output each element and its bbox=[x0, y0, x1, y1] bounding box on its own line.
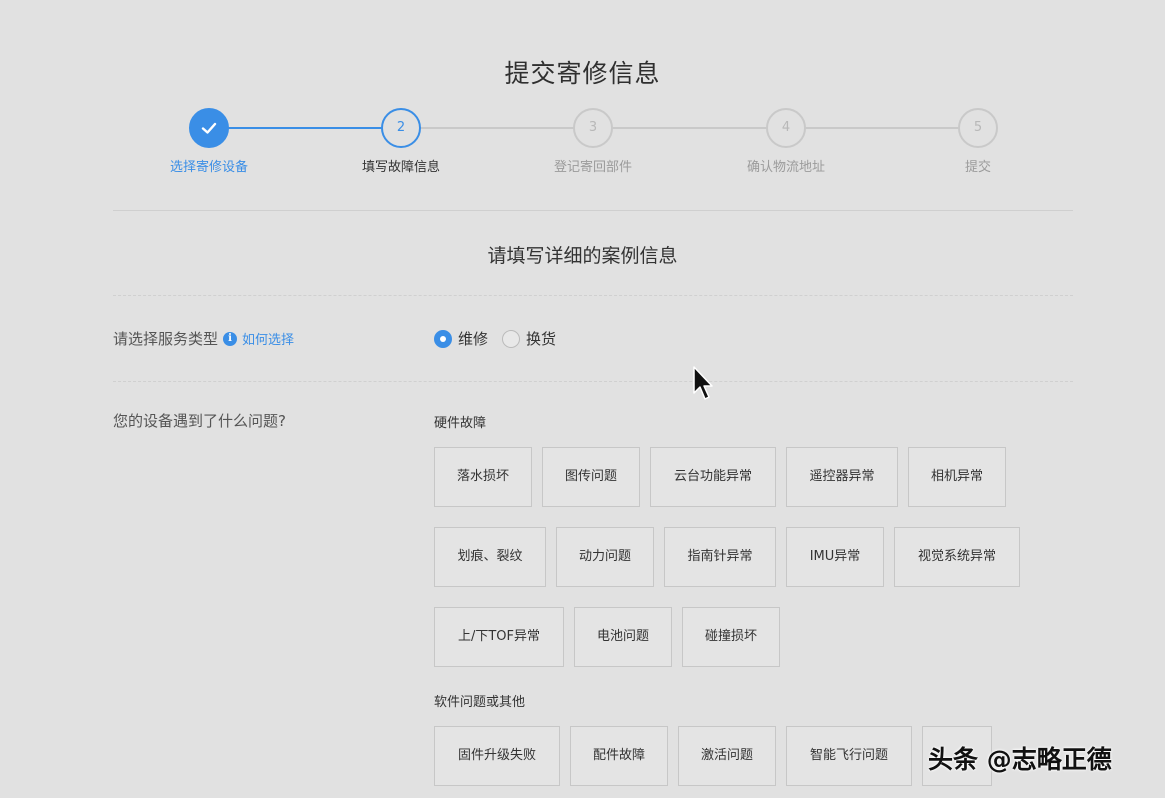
step-5: 5 提交 bbox=[908, 108, 1048, 175]
chip-activation[interactable]: 激活问题 bbox=[678, 726, 776, 786]
chip-accessory[interactable]: 配件故障 bbox=[570, 726, 668, 786]
progress-stepper: 选择寄修设备 2 填写故障信息 3 登记寄回部件 4 确认物流地址 5 提交 bbox=[0, 108, 1165, 178]
chip-imu[interactable]: IMU异常 bbox=[786, 527, 884, 587]
row-divider bbox=[113, 381, 1073, 382]
how-to-choose-link[interactable]: 如何选择 bbox=[242, 329, 294, 348]
service-type-label: 请选择服务类型 bbox=[113, 330, 219, 348]
chip-vision-system[interactable]: 视觉系统异常 bbox=[894, 527, 1020, 587]
hardware-row-2: 划痕、裂纹 动力问题 指南针异常 IMU异常 视觉系统异常 bbox=[434, 527, 1030, 587]
software-row-1: 固件升级失败 配件故障 激活问题 智能飞行问题 bbox=[434, 726, 1002, 786]
radio-repair[interactable]: 维修 bbox=[434, 328, 488, 349]
radio-exchange[interactable]: 换货 bbox=[502, 328, 556, 349]
step-2-label: 填写故障信息 bbox=[361, 160, 440, 175]
radio-exchange-label[interactable]: 换货 bbox=[526, 328, 556, 349]
radio-repair-dot[interactable] bbox=[434, 329, 452, 348]
page-title: 提交寄修信息 bbox=[504, 59, 661, 88]
step-1[interactable]: 选择寄修设备 bbox=[139, 108, 279, 175]
step-1-circle bbox=[189, 108, 229, 148]
chip-collision-damage[interactable]: 碰撞损坏 bbox=[682, 607, 780, 667]
step-4-label: 确认物流地址 bbox=[746, 160, 825, 175]
step-5-number: 5 bbox=[958, 108, 998, 148]
step-2-number: 2 bbox=[381, 108, 421, 148]
step-4-number: 4 bbox=[766, 108, 806, 148]
problem-label: 您的设备遇到了什么问题? bbox=[113, 412, 286, 430]
step-2: 2 填写故障信息 bbox=[331, 108, 471, 175]
step-3: 3 登记寄回部件 bbox=[523, 108, 663, 175]
chip-remote-controller[interactable]: 遥控器异常 bbox=[786, 447, 898, 507]
step-3-number: 3 bbox=[573, 108, 613, 148]
chip-gimbal[interactable]: 云台功能异常 bbox=[650, 447, 776, 507]
page: 提交寄修信息 选择寄修设备 2 填写故障信息 3 登记寄回部件 4 确认物流地址 bbox=[0, 0, 1165, 798]
service-type-radio-group: 维修 换货 bbox=[434, 328, 570, 349]
hardware-heading: 硬件故障 bbox=[434, 416, 487, 431]
chip-intelligent-flight[interactable]: 智能飞行问题 bbox=[786, 726, 912, 786]
chip-compass[interactable]: 指南针异常 bbox=[664, 527, 776, 587]
info-icon[interactable]: i bbox=[223, 331, 238, 346]
stepper-divider bbox=[113, 210, 1073, 211]
software-heading: 软件问题或其他 bbox=[434, 695, 526, 710]
step-1-label: 选择寄修设备 bbox=[169, 160, 248, 175]
service-type-row: 请选择服务类型 i 如何选择 bbox=[113, 328, 294, 349]
check-icon bbox=[201, 122, 217, 134]
section-title: 请填写详细的案例信息 bbox=[487, 245, 678, 267]
mouse-cursor-icon bbox=[693, 366, 713, 400]
chip-tof[interactable]: 上/下TOF异常 bbox=[434, 607, 564, 667]
chip-firmware-update[interactable]: 固件升级失败 bbox=[434, 726, 560, 786]
section-divider bbox=[113, 295, 1073, 296]
chip-camera[interactable]: 相机异常 bbox=[908, 447, 1006, 507]
chip-image-transmission[interactable]: 图传问题 bbox=[542, 447, 640, 507]
step-5-label: 提交 bbox=[964, 160, 991, 175]
radio-exchange-dot[interactable] bbox=[502, 329, 521, 348]
radio-repair-label[interactable]: 维修 bbox=[458, 328, 488, 349]
step-3-label: 登记寄回部件 bbox=[553, 160, 632, 175]
chip-battery[interactable]: 电池问题 bbox=[574, 607, 672, 667]
hardware-row-3: 上/下TOF异常 电池问题 碰撞损坏 bbox=[434, 607, 790, 667]
step-4: 4 确认物流地址 bbox=[716, 108, 856, 175]
chip-scratches-cracks[interactable]: 划痕、裂纹 bbox=[434, 527, 546, 587]
watermark: 头条 @志略正德 bbox=[928, 745, 1112, 774]
chip-water-damage[interactable]: 落水损坏 bbox=[434, 447, 532, 507]
hardware-row-1: 落水损坏 图传问题 云台功能异常 遥控器异常 相机异常 bbox=[434, 447, 1016, 507]
chip-power[interactable]: 动力问题 bbox=[556, 527, 654, 587]
